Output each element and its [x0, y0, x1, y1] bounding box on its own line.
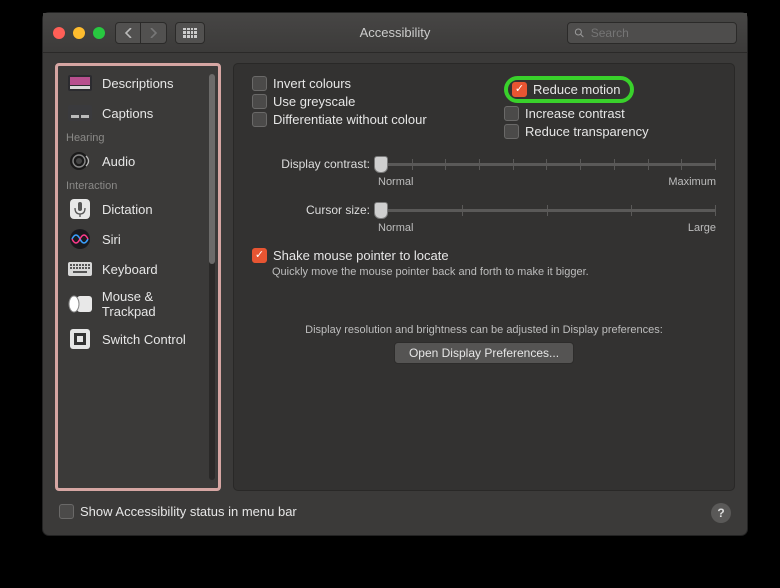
preferences-window: Accessibility Descriptions Capt: [42, 12, 748, 536]
titlebar: Accessibility: [43, 13, 747, 53]
sidebar-scrollbar[interactable]: [209, 74, 215, 480]
sidebar-item-label: Captions: [102, 106, 153, 121]
reduce-motion-option[interactable]: Reduce motion: [512, 82, 620, 97]
sidebar-item-switch-control[interactable]: Switch Control: [60, 324, 216, 354]
switch-control-icon: [66, 329, 94, 349]
differentiate-colour-option[interactable]: Differentiate without colour: [252, 112, 464, 127]
cursor-size-slider[interactable]: [378, 200, 716, 220]
reduce-motion-label: Reduce motion: [533, 82, 620, 97]
contrast-max-label: Maximum: [668, 176, 716, 188]
contrast-min-label: Normal: [378, 176, 413, 188]
menubar-status-label: Show Accessibility status in menu bar: [80, 504, 297, 519]
captions-icon: [66, 103, 94, 123]
reduce-motion-highlight: Reduce motion: [504, 76, 634, 103]
scrollbar-thumb[interactable]: [209, 74, 215, 264]
zoom-window-button[interactable]: [93, 27, 105, 39]
window-footer: Show Accessibility status in menu bar ?: [43, 499, 747, 535]
display-contrast-slider[interactable]: [378, 154, 716, 174]
nav-buttons: [115, 22, 167, 44]
use-greyscale-checkbox[interactable]: [252, 94, 267, 109]
settings-panel: Invert colours Use greyscale Differentia…: [233, 63, 735, 491]
use-greyscale-label: Use greyscale: [273, 94, 355, 109]
increase-contrast-option[interactable]: Increase contrast: [504, 106, 716, 121]
grid-icon: [183, 28, 197, 38]
show-all-button[interactable]: [175, 22, 205, 44]
minimize-window-button[interactable]: [73, 27, 85, 39]
sidebar-item-descriptions[interactable]: Descriptions: [60, 68, 216, 98]
sidebar-item-label: Siri: [102, 232, 121, 247]
reduce-transparency-label: Reduce transparency: [525, 124, 649, 139]
sidebar-item-captions[interactable]: Captions: [60, 98, 216, 128]
sidebar-group-interaction: Interaction: [60, 176, 216, 194]
open-display-preferences-button[interactable]: Open Display Preferences...: [394, 342, 574, 364]
chevron-left-icon: [124, 28, 133, 38]
window-body: Descriptions Captions Hearing Audio Inte…: [43, 53, 747, 499]
reduce-motion-checkbox[interactable]: [512, 82, 527, 97]
audio-icon: [66, 151, 94, 171]
differentiate-colour-label: Differentiate without colour: [273, 112, 427, 127]
window-controls: [53, 27, 105, 39]
menubar-status-option[interactable]: Show Accessibility status in menu bar: [59, 504, 297, 519]
sidebar-item-audio[interactable]: Audio: [60, 146, 216, 176]
shake-pointer-description: Quickly move the mouse pointer back and …: [272, 266, 716, 278]
siri-icon: [66, 229, 94, 249]
invert-colours-checkbox[interactable]: [252, 76, 267, 91]
sidebar-item-label: Mouse & Trackpad: [102, 289, 210, 319]
shake-pointer-checkbox[interactable]: [252, 248, 267, 263]
sidebar-item-mouse-trackpad[interactable]: Mouse & Trackpad: [60, 284, 216, 324]
sidebar-item-label: Descriptions: [102, 76, 174, 91]
display-contrast-label: Display contrast:: [252, 157, 370, 171]
sidebar-group-hearing: Hearing: [60, 128, 216, 146]
search-icon: [574, 27, 585, 39]
help-button[interactable]: ?: [711, 503, 731, 523]
sidebar-item-label: Dictation: [102, 202, 153, 217]
cursor-size-thumb[interactable]: [374, 202, 388, 219]
back-button[interactable]: [115, 22, 141, 44]
display-contrast-thumb[interactable]: [374, 156, 388, 173]
cursor-size-label: Cursor size:: [252, 203, 370, 217]
menubar-status-checkbox[interactable]: [59, 504, 74, 519]
dictation-icon: [66, 199, 94, 219]
sidebar-item-label: Audio: [102, 154, 135, 169]
display-prefs-note: Display resolution and brightness can be…: [252, 324, 716, 336]
differentiate-colour-checkbox[interactable]: [252, 112, 267, 127]
forward-button[interactable]: [141, 22, 167, 44]
descriptions-icon: [66, 73, 94, 93]
shake-pointer-option[interactable]: Shake mouse pointer to locate: [252, 248, 716, 263]
reduce-transparency-option[interactable]: Reduce transparency: [504, 124, 716, 139]
invert-colours-option[interactable]: Invert colours: [252, 76, 464, 91]
invert-colours-label: Invert colours: [273, 76, 351, 91]
mouse-trackpad-icon: [66, 294, 94, 314]
chevron-right-icon: [149, 28, 158, 38]
category-sidebar[interactable]: Descriptions Captions Hearing Audio Inte…: [60, 68, 216, 486]
sidebar-highlight-frame: Descriptions Captions Hearing Audio Inte…: [55, 63, 221, 491]
sidebar-item-label: Keyboard: [102, 262, 158, 277]
increase-contrast-label: Increase contrast: [525, 106, 625, 121]
search-field[interactable]: [567, 22, 737, 44]
reduce-transparency-checkbox[interactable]: [504, 124, 519, 139]
sidebar-item-dictation[interactable]: Dictation: [60, 194, 216, 224]
cursor-min-label: Normal: [378, 222, 413, 234]
increase-contrast-checkbox[interactable]: [504, 106, 519, 121]
sidebar-item-label: Switch Control: [102, 332, 186, 347]
help-icon: ?: [717, 506, 724, 520]
cursor-max-label: Large: [688, 222, 716, 234]
close-window-button[interactable]: [53, 27, 65, 39]
search-input[interactable]: [591, 26, 730, 40]
sidebar-item-keyboard[interactable]: Keyboard: [60, 254, 216, 284]
sidebar-item-siri[interactable]: Siri: [60, 224, 216, 254]
shake-pointer-label: Shake mouse pointer to locate: [273, 248, 449, 263]
keyboard-icon: [66, 259, 94, 279]
use-greyscale-option[interactable]: Use greyscale: [252, 94, 464, 109]
